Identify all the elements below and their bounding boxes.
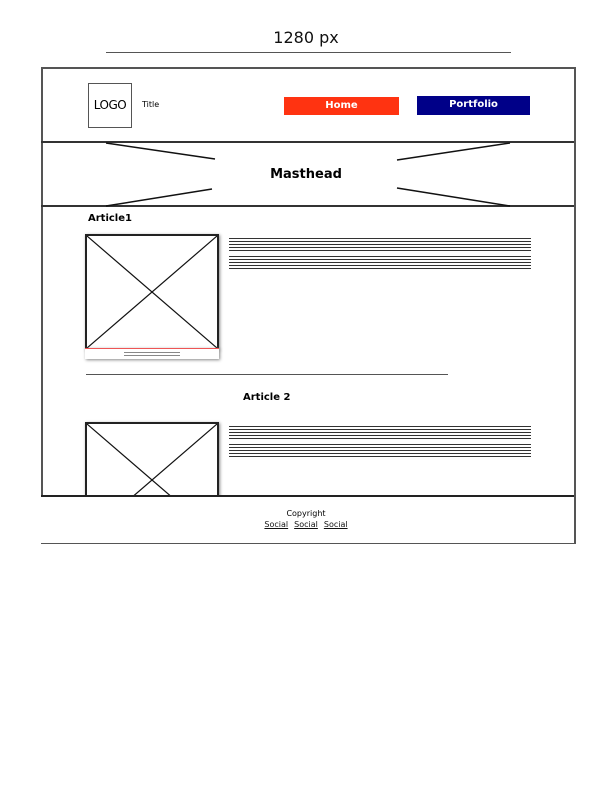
social-link-3[interactable]: Social [324,520,348,529]
article-2-image-placeholder [85,422,219,504]
social-link-2[interactable]: Social [294,520,318,529]
social-link-1[interactable]: Social [264,520,288,529]
masthead-label: Masthead [270,167,342,182]
article-2-text-placeholder [229,426,531,459]
masthead-placeholder-lines [105,142,511,207]
article-1-caption [85,348,219,359]
article-1-text-placeholder [229,238,531,271]
article-divider [86,374,448,375]
wireframe-page: 1280 px LOGO Title Home Portfolio Masthe… [0,0,612,792]
article-1-image-placeholder [85,234,219,350]
footer-text: Copyright Social Social Social [0,509,612,529]
article-2-title: Article 2 [243,392,291,403]
article-1-title: Article1 [88,213,132,224]
copyright: Copyright [286,509,326,518]
